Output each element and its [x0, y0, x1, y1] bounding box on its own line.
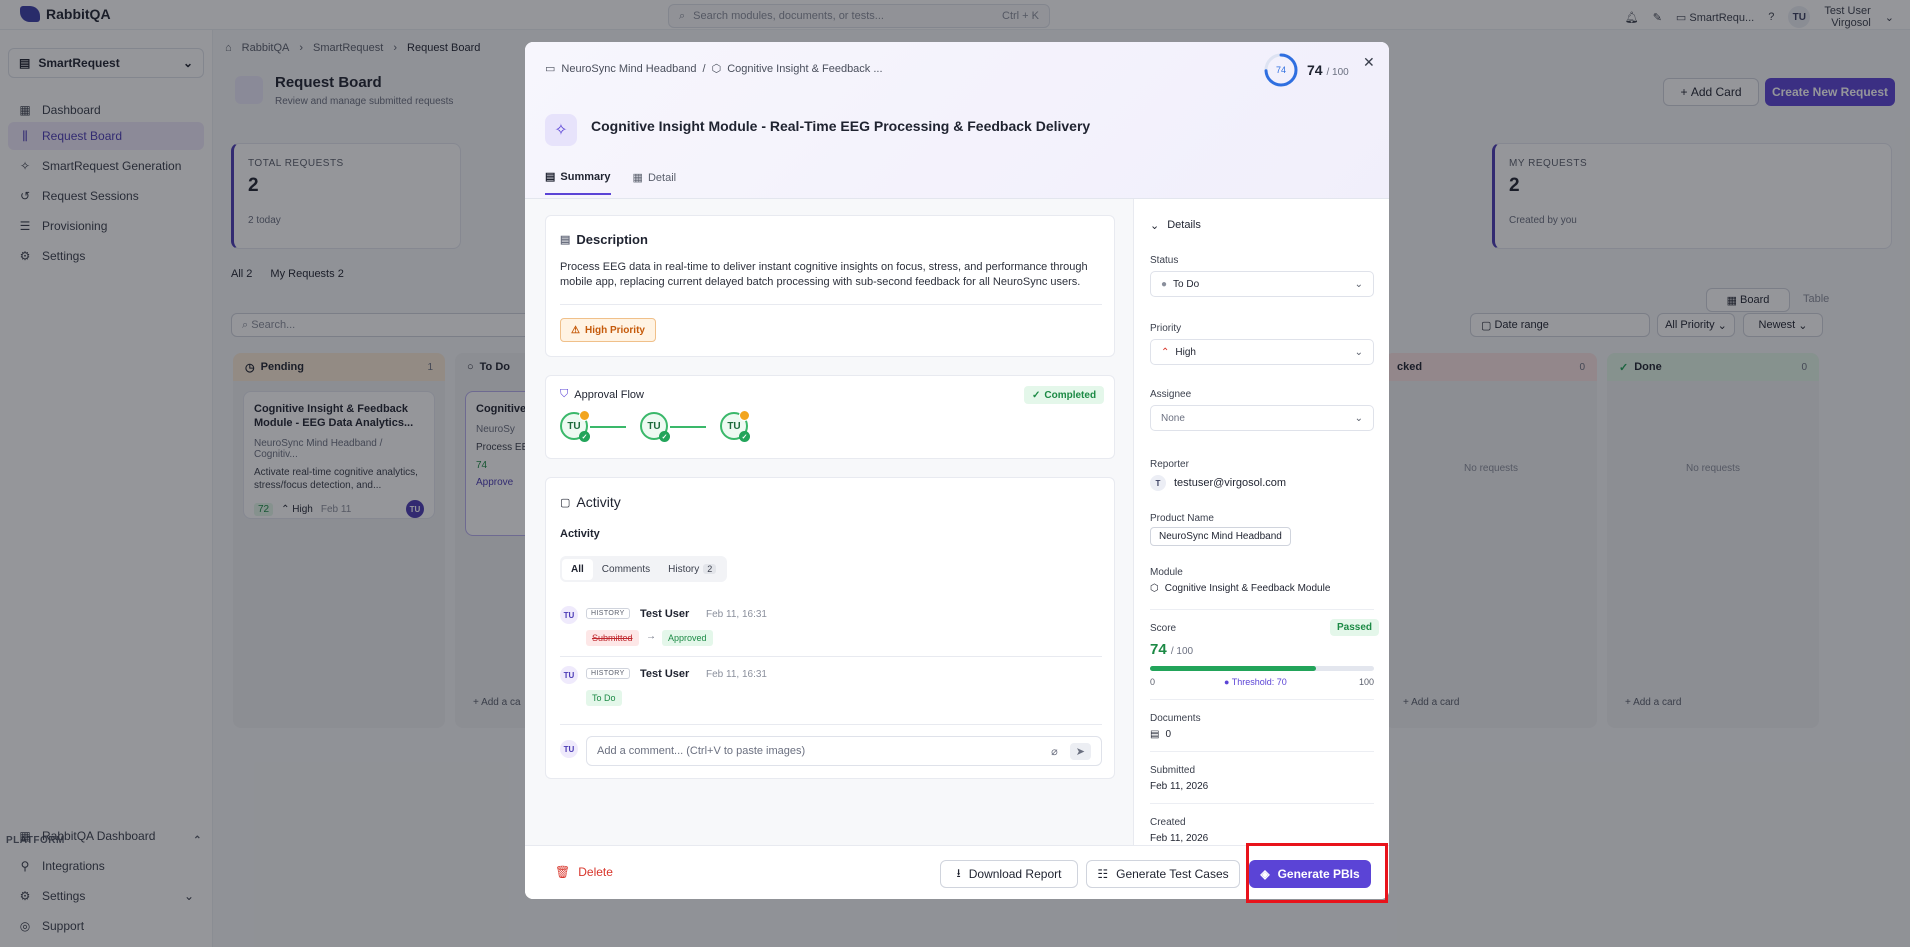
- sparkle-icon: ✧: [545, 114, 577, 146]
- activity-tab-history[interactable]: History 2: [659, 559, 725, 580]
- history-entry: TU HISTORY Test User Feb 11, 16:31 To Do: [560, 666, 1100, 710]
- document-icon: ▤: [1150, 729, 1160, 740]
- modal-tabs: ▤ Summary ▦ Detail: [545, 170, 676, 195]
- created-date: Feb 11, 2026: [1150, 833, 1209, 844]
- activity-tabs: All Comments History 2: [560, 556, 728, 582]
- folder-icon: ▭: [545, 63, 556, 75]
- approval-flow-card: ⛉ Approval Flow ✓ Completed TU ✓ TU ✓ TU ✓: [545, 375, 1115, 459]
- documents-count: ▤ 0: [1150, 729, 1172, 740]
- tab-summary[interactable]: ▤ Summary: [545, 170, 611, 195]
- details-toggle[interactable]: ⌄ Details: [1150, 219, 1201, 232]
- commenter-avatar: TU: [560, 740, 578, 758]
- highlight-box: [1246, 843, 1388, 903]
- approver-node[interactable]: TU ✓: [720, 410, 750, 442]
- status-select[interactable]: ● To Do ⌄: [1150, 271, 1374, 297]
- delete-button[interactable]: 🗑︎ Delete: [555, 865, 613, 879]
- score-total: 74 / 100: [1307, 62, 1349, 78]
- priority-badge: ⚠ High Priority: [560, 318, 656, 342]
- download-icon: ⭳: [956, 865, 961, 880]
- score-ring-label: 74: [1276, 65, 1286, 75]
- tab-detail[interactable]: ▦ Detail: [633, 170, 677, 195]
- chat-icon: ▢: [560, 496, 571, 509]
- arrow-right-icon: →: [646, 631, 656, 642]
- shield-check-icon: ⛉: [560, 388, 569, 400]
- from-status: Submitted: [586, 630, 639, 646]
- threshold-marker: ● Threshold: 70: [1224, 677, 1287, 687]
- history-entry: TU HISTORY Test User Feb 11, 16:31 Submi…: [560, 606, 1100, 650]
- summary-panel: ▤ Description Process EEG data in real-ti…: [525, 199, 1133, 845]
- assignee-select[interactable]: None ⌄: [1150, 405, 1374, 431]
- module-value: ⬡ Cognitive Insight & Feedback Module: [1150, 583, 1331, 594]
- approval-status-badge: ✓ Completed: [1024, 386, 1105, 404]
- close-icon[interactable]: ✕: [1363, 54, 1375, 71]
- warning-icon: ⚠: [571, 324, 580, 336]
- description-card: ▤ Description Process EEG data in real-ti…: [545, 215, 1115, 357]
- details-panel: ⌄ Details Status ● To Do ⌄ Priority ⌃ High ⌄ …: [1133, 199, 1389, 845]
- to-status: Approved: [662, 630, 713, 646]
- generate-test-cases-button[interactable]: ☷ Generate Test Cases: [1086, 860, 1240, 888]
- paperclip-icon[interactable]: ⌀: [1051, 745, 1058, 758]
- product-name-tag: NeuroSync Mind Headband: [1150, 527, 1291, 546]
- document-icon: ▤: [560, 234, 571, 246]
- checklist-icon: ☷: [1097, 867, 1109, 881]
- score-value: 74 / 100: [1150, 641, 1194, 658]
- activity-tab-comments[interactable]: Comments: [593, 559, 659, 580]
- chevron-down-icon: ⌄: [1150, 220, 1160, 232]
- document-icon: ▤: [545, 171, 556, 183]
- to-status: To Do: [586, 690, 622, 706]
- chevron-down-icon: ⌄: [1354, 278, 1363, 290]
- score-progress-fill: [1150, 666, 1316, 671]
- check-icon: ✓: [739, 431, 750, 442]
- description-text: Process EEG data in real-time to deliver…: [560, 261, 1088, 288]
- modal-breadcrumb: ▭ NeuroSync Mind Headband / ⬡ Cognitive …: [545, 62, 883, 76]
- request-detail-modal: ▭ NeuroSync Mind Headband / ⬡ Cognitive …: [525, 42, 1389, 899]
- score-status-badge: Passed: [1330, 619, 1380, 636]
- approver-node[interactable]: TU ✓: [640, 412, 670, 442]
- send-icon[interactable]: ➤: [1069, 742, 1091, 760]
- comment-input[interactable]: Add a comment... (Ctrl+V to paste images…: [586, 736, 1102, 766]
- approver-node[interactable]: TU ✓: [560, 410, 590, 442]
- detail-icon: ▦: [632, 172, 643, 184]
- chevron-down-icon: ⌄: [1354, 346, 1363, 358]
- chevron-down-icon: ⌄: [1354, 412, 1363, 424]
- activity-tab-all[interactable]: All: [562, 558, 593, 580]
- check-icon: ✓: [659, 431, 670, 442]
- cube-icon: ⬡: [711, 63, 722, 75]
- trash-icon: 🗑︎: [555, 865, 571, 879]
- submitted-date: Feb 11, 2026: [1150, 781, 1209, 792]
- priority-select[interactable]: ⌃ High ⌄: [1150, 339, 1374, 365]
- arrow-up-icon: ⌃: [1161, 346, 1170, 358]
- check-icon: ✓: [579, 431, 590, 442]
- reporter: Ttestuser@virgosol.com: [1150, 475, 1286, 491]
- download-report-button[interactable]: ⭳ Download Report: [940, 860, 1078, 888]
- activity-card: ▢ Activity Activity All Comments History 2…: [545, 477, 1115, 779]
- score-progress-bar: [1150, 666, 1374, 671]
- score-ring: 74: [1264, 53, 1298, 87]
- cube-icon: ⬡: [1150, 583, 1159, 594]
- modal-title: Cognitive Insight Module - Real-Time EEG…: [591, 118, 1091, 134]
